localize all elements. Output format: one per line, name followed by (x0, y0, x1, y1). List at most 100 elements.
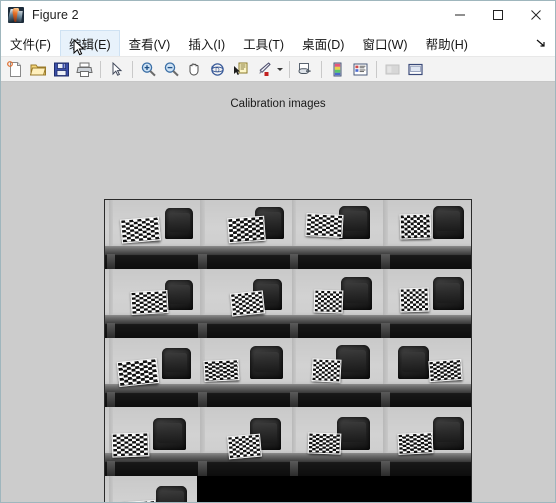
menu-file[interactable]: 文件(F) (1, 30, 60, 56)
separator-5 (376, 60, 377, 78)
desk-top-edge (196, 383, 288, 394)
close-icon[interactable] (517, 1, 555, 29)
wall-edge (383, 269, 388, 318)
desk-leg (289, 253, 299, 269)
menu-tools[interactable]: 工具(T) (234, 30, 293, 56)
desk-leg (289, 391, 299, 407)
office-chair (337, 416, 371, 450)
wall-edge (291, 338, 297, 387)
wall-edge (200, 407, 205, 456)
figure-canvas[interactable]: Calibration images (1, 82, 555, 502)
figure-window: Figure 2 文件(F) 编辑(E) 查看(V) 插入(I) 工具(T) 桌… (0, 0, 556, 503)
calibration-image-cell (105, 338, 197, 407)
checkerboard-pattern (116, 358, 160, 388)
menu-overflow-icon[interactable] (533, 30, 549, 56)
empty-montage-cell (379, 476, 471, 502)
checkerboard-pattern (313, 289, 344, 313)
edit-plot-arrow-icon[interactable] (105, 58, 128, 80)
minimize-icon[interactable] (441, 1, 479, 29)
title-bar-left: Figure 2 (1, 7, 79, 23)
link-plot-icon[interactable] (294, 58, 317, 80)
save-figure-icon[interactable] (50, 58, 73, 80)
desk-top-edge (105, 245, 197, 256)
zoom-in-icon[interactable] (137, 58, 160, 80)
zoom-out-icon[interactable] (160, 58, 183, 80)
menu-bar: 文件(F) 编辑(E) 查看(V) 插入(I) 工具(T) 桌面(D) 窗口(W… (1, 30, 555, 57)
calibration-scene (379, 200, 471, 269)
calibration-image-cell (379, 407, 471, 476)
wall-edge (383, 338, 388, 387)
wall-edge (291, 407, 297, 456)
menu-window[interactable]: 窗口(W) (353, 30, 416, 56)
menu-desktop[interactable]: 桌面(D) (293, 30, 353, 56)
desk-leg (198, 460, 207, 476)
office-chair (432, 416, 464, 450)
figure-toolbar: D (1, 57, 555, 82)
calibration-image-cell (105, 476, 197, 502)
checkerboard-pattern (203, 359, 240, 383)
wall-edge (383, 407, 388, 456)
office-chair (341, 277, 373, 311)
window-title: Figure 2 (32, 7, 79, 22)
calibration-image-cell (196, 269, 288, 338)
matlab-membrane-icon (8, 7, 24, 23)
calibration-scene (379, 269, 471, 338)
menu-help[interactable]: 帮助(H) (417, 30, 477, 56)
wall-edge (108, 269, 114, 318)
colorbar-icon[interactable] (326, 58, 349, 80)
desk-leg (289, 460, 299, 476)
calibration-image-cell (379, 200, 471, 269)
desk-leg (198, 391, 207, 407)
desk-top-edge (379, 383, 471, 394)
brush-icon[interactable] (252, 58, 275, 80)
desk-top-edge (196, 245, 288, 256)
brush-dropdown-caret-icon[interactable] (275, 58, 285, 80)
calibration-scene (288, 338, 380, 407)
wall-edge (200, 269, 205, 318)
office-chair (249, 346, 283, 380)
calibration-image-cell (288, 338, 380, 407)
wall-edge (383, 200, 388, 249)
calibration-scene (379, 338, 471, 407)
open-file-icon[interactable] (27, 58, 50, 80)
pan-hand-icon[interactable] (183, 58, 206, 80)
dock-figure-icon[interactable] (404, 58, 427, 80)
desk-top-edge (288, 383, 380, 394)
desk-leg (381, 460, 390, 476)
calibration-scene (105, 338, 197, 407)
desk-leg (381, 391, 390, 407)
checkerboard-pattern (230, 290, 266, 317)
legend-icon[interactable] (349, 58, 372, 80)
desk-top-edge (105, 314, 197, 325)
desk-top-edge (379, 245, 471, 256)
data-cursor-icon[interactable] (229, 58, 252, 80)
menu-edit[interactable]: 编辑(E) (59, 30, 120, 56)
menu-insert[interactable]: 插入(I) (179, 30, 234, 56)
checkerboard-pattern (226, 215, 266, 243)
desk-leg (106, 322, 116, 338)
separator-3 (289, 60, 290, 78)
maximize-icon[interactable] (479, 1, 517, 29)
desk-top-edge (196, 314, 288, 325)
checkerboard-pattern (307, 432, 342, 456)
checkerboard-pattern (120, 216, 162, 244)
checkerboard-pattern (428, 358, 463, 383)
rotate-3d-icon[interactable]: D (206, 58, 229, 80)
calibration-image-cell (105, 200, 197, 269)
plot-tools-icon[interactable] (381, 58, 404, 80)
office-chair (156, 485, 188, 502)
calibration-image-cell (105, 269, 197, 338)
menu-view[interactable]: 查看(V) (120, 30, 180, 56)
new-figure-icon[interactable] (4, 58, 27, 80)
calibration-image-montage[interactable] (104, 199, 472, 502)
checkerboard-pattern (399, 287, 430, 313)
desk-leg (106, 391, 116, 407)
print-figure-icon[interactable] (73, 58, 96, 80)
desk-leg (381, 322, 390, 338)
checkerboard-pattern (111, 432, 150, 458)
desk-top-edge (288, 245, 380, 256)
office-chair (432, 277, 464, 311)
office-chair (432, 205, 464, 239)
calibration-image-cell (379, 338, 471, 407)
calibration-scene (105, 200, 197, 269)
